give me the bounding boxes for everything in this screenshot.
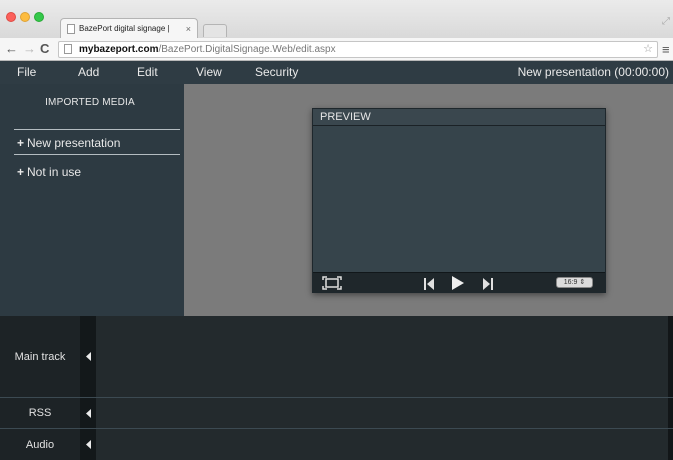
sidebar-item-label: New presentation [27,136,121,150]
app-menubar: File Add Edit View Security New presenta… [0,61,673,84]
sidebar-item-not-in-use[interactable]: + Not in use [17,165,81,179]
divider [14,129,180,130]
plus-icon: + [17,136,25,150]
aspect-ratio-select[interactable]: 16:9 ⇕ [556,277,593,288]
caret-left-icon[interactable] [80,316,96,397]
skip-previous-icon[interactable] [424,277,434,295]
tab-close-icon[interactable]: × [186,24,191,34]
track-lane[interactable] [96,316,668,397]
browser-tab[interactable]: BazePort digital signage | × [60,18,198,38]
track-edge [668,429,673,460]
address-bar[interactable]: mybazeport.com/BazePort.DigitalSignage.W… [58,41,658,58]
preview-screen [313,126,605,273]
track-edge [668,316,673,397]
track-rss: RSS [0,398,673,429]
caret-left-icon[interactable] [80,429,96,460]
url-path: /BazePort.DigitalSignage.Web/edit.aspx [158,44,336,55]
preview-controls: 16:9 ⇕ [313,272,605,292]
close-window-button[interactable] [6,12,16,22]
track-label: RSS [28,407,52,419]
browser-menu-icon[interactable]: ≡ [662,42,670,57]
divider [14,154,180,155]
tab-title: BazePort digital signage | [79,24,170,33]
reload-button[interactable]: C [40,41,49,57]
timeline: Main track RSS Audio [0,316,673,460]
preview-title[interactable]: PREVIEW [313,109,605,126]
track-lane[interactable] [96,398,668,428]
skip-next-icon[interactable] [483,277,493,295]
menu-add[interactable]: Add [78,65,99,79]
url-host: mybazeport.com [79,44,159,55]
menu-file[interactable]: File [17,65,36,79]
menu-edit[interactable]: Edit [137,65,158,79]
menu-view[interactable]: View [196,65,222,79]
sidebar-item-new-presentation[interactable]: + New presentation [17,136,120,150]
track-label: Audio [25,438,55,451]
new-tab-button[interactable] [203,24,227,37]
track-lane[interactable] [96,429,668,460]
bookmark-star-icon[interactable]: ☆ [643,42,653,57]
preview-window: PREVIEW 16:9 ⇕ [312,108,606,293]
resize-icon: ⤢ [662,16,670,27]
track-label: Main track [14,350,66,363]
minimize-window-button[interactable] [20,12,30,22]
sidebar-heading: IMPORTED MEDIA [45,97,135,108]
sidebar-item-label: Not in use [27,165,82,179]
track-audio: Audio [0,429,673,460]
page-icon [64,44,72,54]
imported-media-sidebar: IMPORTED MEDIA + New presentation + Not in… [0,84,184,316]
track-edge [668,398,673,428]
menu-security[interactable]: Security [255,65,298,79]
forward-button[interactable]: → [23,41,36,57]
page-icon [67,23,75,34]
browser-tab-bar: BazePort digital signage | × ⤢ [0,0,673,38]
plus-icon: + [17,165,25,179]
zoom-window-button[interactable] [34,12,44,22]
fullscreen-icon[interactable] [322,276,342,295]
caret-left-icon[interactable] [80,398,96,428]
play-icon[interactable] [451,276,465,295]
presentation-title: New presentation (00:00:00) [517,65,669,79]
browser-toolbar: ← → C mybazeport.com/BazePort.DigitalSig… [0,38,673,61]
back-button[interactable]: ← [5,41,18,57]
track-main: Main track [0,316,673,398]
